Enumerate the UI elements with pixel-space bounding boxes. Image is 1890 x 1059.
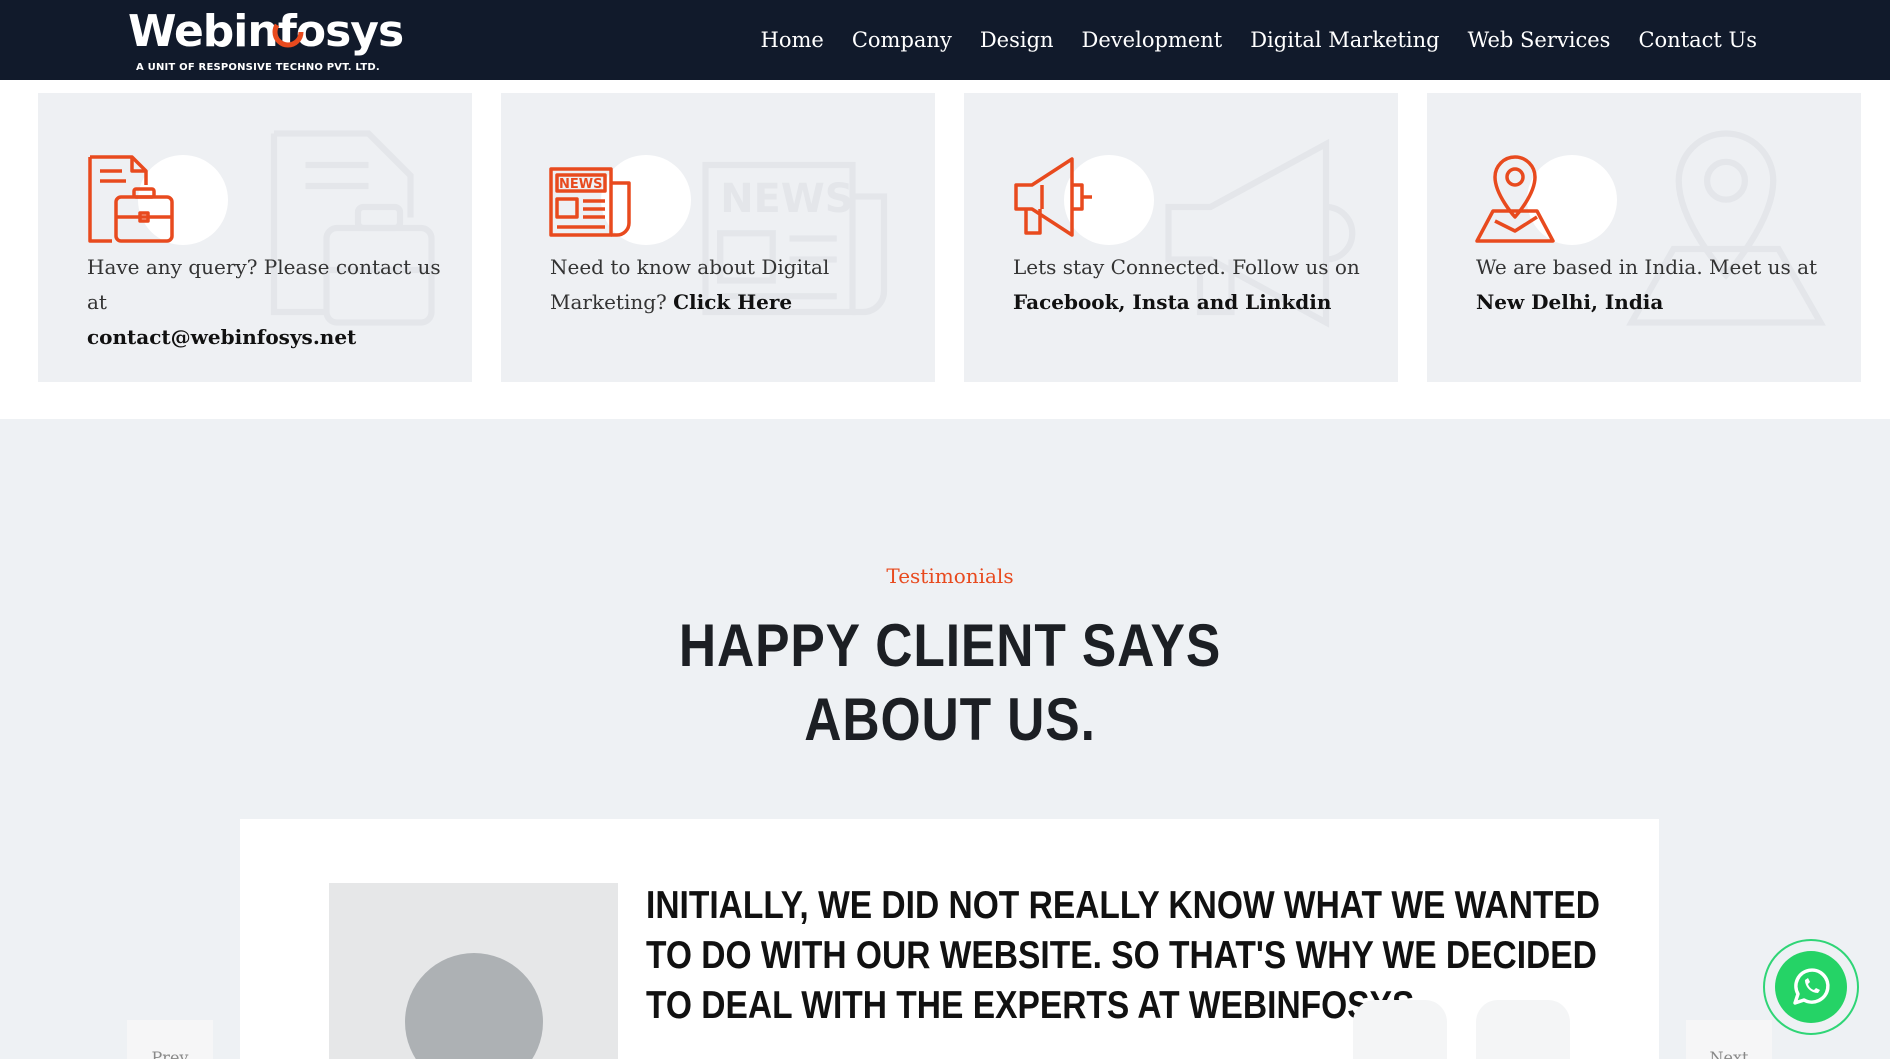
nav-digital-marketing[interactable]: Digital Marketing [1250, 28, 1439, 52]
location-link[interactable]: New Delhi, India [1476, 290, 1663, 314]
svg-text:NEWS: NEWS [720, 176, 853, 222]
heading-line-1: HAPPY CLIENT SAYS [678, 612, 1222, 679]
whatsapp-circle [1775, 951, 1847, 1023]
next-button[interactable]: Next [1686, 1020, 1772, 1059]
logo[interactable]: Webinfosys A UNIT OF RESPONSIVE TECHNO P… [128, 6, 404, 76]
site-header: Webinfosys A UNIT OF RESPONSIVE TECHNO P… [0, 0, 1890, 80]
card-description: We are based in India. Meet us at [1476, 255, 1818, 279]
nav-contact-us[interactable]: Contact Us [1638, 28, 1757, 52]
card-location: We are based in India. Meet us at New De… [1427, 93, 1861, 382]
nav-home[interactable]: Home [761, 28, 824, 52]
contact-email-link[interactable]: contact@webinfosys.net [87, 325, 356, 349]
section-heading: HAPPY CLIENT SAYS ABOUT US. [133, 609, 1767, 757]
card-text: We are based in India. Meet us at New De… [1476, 250, 1846, 320]
click-here-link[interactable]: Click Here [673, 290, 792, 314]
card-text: Need to know about Digital Marketing? Cl… [550, 250, 920, 320]
card-description: Have any query? Please contact us at [87, 255, 441, 314]
section-kicker: Testimonials [886, 564, 1014, 588]
testimonials-section: Testimonials HAPPY CLIENT SAYS ABOUT US.… [0, 419, 1890, 1059]
card-digital-marketing: NEWS NEWS Need to know about Digital Mar… [501, 93, 935, 382]
nav-design[interactable]: Design [980, 28, 1054, 52]
card-query: Have any query? Please contact us at con… [38, 93, 472, 382]
whatsapp-icon [1793, 968, 1830, 1005]
briefcase-document-icon [88, 155, 174, 243]
card-description: Lets stay Connected. Follow us on [1013, 255, 1360, 279]
logo-text: Webinfosys [128, 6, 404, 57]
svg-text:NEWS: NEWS [559, 177, 602, 192]
newspaper-icon: NEWS [549, 167, 631, 237]
logo-swirl-icon [272, 16, 304, 48]
contact-cards: Have any query? Please contact us at con… [38, 93, 1862, 382]
map-pin-icon [1475, 155, 1555, 243]
whatsapp-button[interactable] [1763, 939, 1859, 1035]
logo-subtitle: A UNIT OF RESPONSIVE TECHNO PVT. LTD. [136, 62, 380, 73]
decorative-shape [1353, 1000, 1447, 1059]
card-social: Lets stay Connected. Follow us on Facebo… [964, 93, 1398, 382]
testimonial-quote: INITIALLY, WE DID NOT REALLY KNOW WHAT W… [646, 884, 1601, 1027]
main-nav: Home Company Design Development Digital … [761, 0, 1757, 80]
decorative-shape [1476, 1000, 1570, 1059]
megaphone-icon [1014, 157, 1092, 237]
nav-web-services[interactable]: Web Services [1468, 28, 1611, 52]
card-text: Have any query? Please contact us at con… [87, 250, 457, 355]
nav-development[interactable]: Development [1082, 28, 1223, 52]
avatar-frame [329, 883, 618, 1059]
prev-button[interactable]: Prev [127, 1020, 213, 1059]
social-links[interactable]: Facebook, Insta and Linkdin [1013, 290, 1331, 314]
card-text: Lets stay Connected. Follow us on Facebo… [1013, 250, 1383, 320]
avatar [405, 953, 543, 1059]
heading-line-2: ABOUT US. [804, 686, 1096, 753]
nav-company[interactable]: Company [852, 28, 952, 52]
